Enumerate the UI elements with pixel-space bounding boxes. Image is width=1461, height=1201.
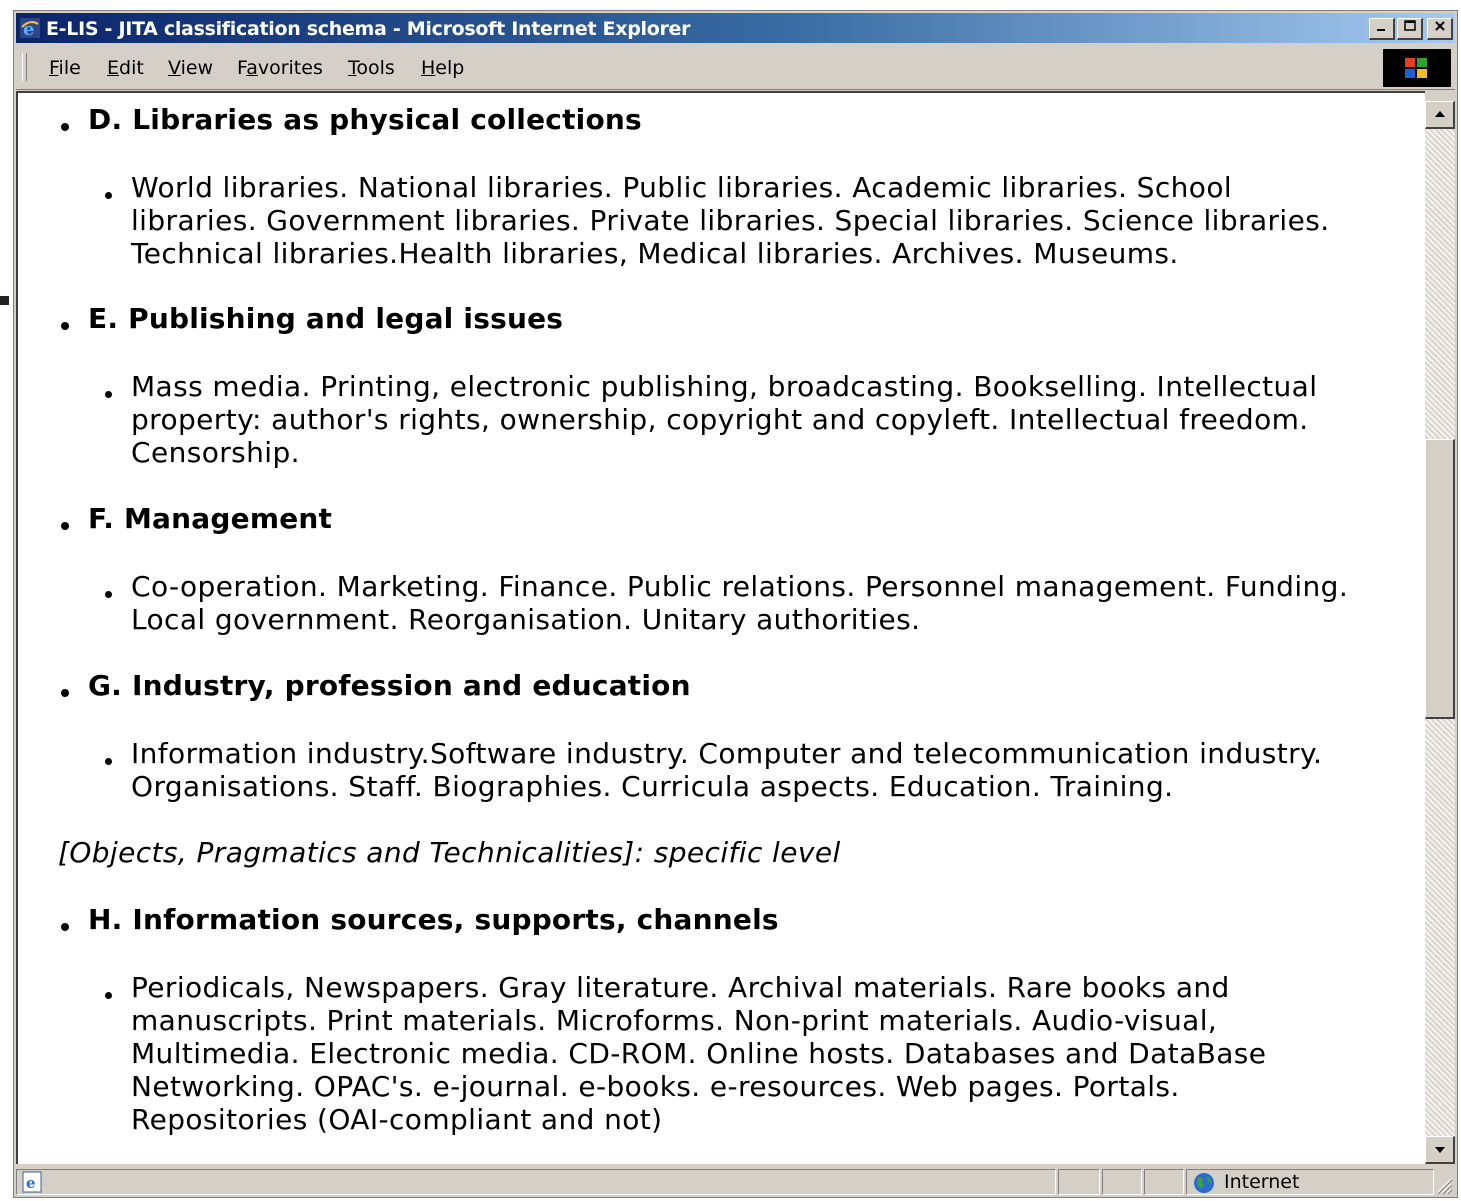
- ie-logo-icon: e: [20, 18, 40, 38]
- section-heading: H. Information sources, supports, channe…: [88, 903, 779, 936]
- title-bar[interactable]: e E-LIS - JITA classification schema - M…: [16, 13, 1455, 43]
- text-line: Local government. Reorganisation. Unitar…: [131, 603, 921, 636]
- minimize-button[interactable]: [1369, 18, 1395, 40]
- text-line: Networking. OPAC's. e-journal. e-books. …: [131, 1070, 1180, 1103]
- section-heading: G. Industry, profession and education: [88, 669, 691, 702]
- text-line: Technical libraries.Health libraries, Me…: [131, 237, 1179, 270]
- edge-marker: [0, 296, 9, 305]
- arrow-down-icon: [1435, 1147, 1445, 1153]
- section-heading: E. Publishing and legal issues: [88, 302, 564, 335]
- close-button[interactable]: [1427, 18, 1453, 40]
- menu-access-key: E: [107, 57, 120, 79]
- menu-edit[interactable]: Edit: [107, 57, 144, 79]
- list-bullet: [105, 758, 112, 765]
- page-icon: e: [22, 1171, 42, 1193]
- text-line: World libraries. National libraries. Pub…: [131, 171, 1233, 204]
- text-line: Co-operation. Marketing. Finance. Public…: [131, 570, 1349, 603]
- list-bullet: [105, 591, 112, 598]
- menu-view[interactable]: View: [168, 57, 213, 79]
- text-line: Information industry.Software industry. …: [131, 737, 1323, 770]
- menu-access-key: V: [168, 57, 181, 79]
- text-line: Multimedia. Electronic media. CD-ROM. On…: [131, 1037, 1267, 1070]
- maximize-button[interactable]: [1397, 18, 1423, 40]
- text-line: property: author's rights, ownership, co…: [131, 403, 1309, 436]
- arrow-up-icon: [1435, 111, 1445, 117]
- list-bullet: [105, 391, 112, 398]
- status-panel: [1102, 1169, 1142, 1195]
- scroll-down-button[interactable]: [1425, 1136, 1455, 1164]
- list-bullet: [61, 322, 69, 330]
- list-bullet: [61, 689, 69, 697]
- resize-grip-icon[interactable]: [1431, 1173, 1453, 1195]
- browser-window: e E-LIS - JITA classification schema - M…: [13, 10, 1458, 1198]
- text-line: Mass media. Printing, electronic publish…: [131, 370, 1318, 403]
- scroll-up-button[interactable]: [1425, 101, 1455, 129]
- menu-favorites[interactable]: Favorites: [237, 57, 323, 79]
- menu-access-key: F: [49, 57, 59, 79]
- status-bar: e Internet: [16, 1167, 1455, 1197]
- vertical-scrollbar[interactable]: [1425, 101, 1455, 1164]
- list-bullet: [105, 992, 112, 999]
- text-line: Periodicals, Newspapers. Gray literature…: [131, 971, 1230, 1004]
- menu-bar: File Edit View Favorites Tools Help: [16, 45, 1455, 90]
- status-panel: [1144, 1169, 1184, 1195]
- windows-logo-throbber: [1383, 49, 1451, 87]
- zone-label: Internet: [1224, 1171, 1300, 1193]
- list-bullet: [105, 192, 112, 199]
- section-text: World libraries. National libraries. Pub…: [131, 171, 1330, 270]
- page-content: D. Libraries as physical collections Wor…: [16, 91, 1425, 1164]
- minimize-icon: [1376, 29, 1385, 31]
- level-note: [Objects, Pragmatics and Technicalities]…: [58, 836, 841, 869]
- windows-flag-icon: [1405, 58, 1427, 78]
- section-heading: D. Libraries as physical collections: [88, 103, 642, 136]
- window-title: E-LIS - JITA classification schema - Mic…: [46, 18, 691, 40]
- list-bullet: [61, 923, 69, 931]
- menu-help[interactable]: Help: [421, 57, 464, 79]
- text-line: manuscripts. Print materials. Microforms…: [131, 1004, 1218, 1037]
- text-line: libraries. Government libraries. Private…: [131, 204, 1330, 237]
- text-line: Censorship.: [131, 436, 300, 469]
- section-text: Mass media. Printing, electronic publish…: [131, 370, 1317, 469]
- list-bullet: [61, 522, 69, 530]
- section-text: Periodicals, Newspapers. Gray literature…: [131, 971, 1266, 1136]
- menu-access-key: a: [246, 57, 258, 79]
- menu-file[interactable]: File: [49, 57, 81, 79]
- section-heading: F. Management: [88, 502, 333, 535]
- svg-text:e: e: [26, 1174, 36, 1192]
- status-panel: [1058, 1169, 1100, 1195]
- status-text-panel: e: [16, 1169, 1056, 1195]
- maximize-icon: [1403, 20, 1416, 31]
- scroll-thumb[interactable]: [1425, 439, 1455, 719]
- close-icon: [1434, 21, 1445, 31]
- globe-icon: [1194, 1173, 1214, 1193]
- text-line: Repositories (OAI-compliant and not): [131, 1103, 663, 1136]
- section-text: Co-operation. Marketing. Finance. Public…: [131, 570, 1348, 636]
- menu-grip[interactable]: [22, 53, 27, 81]
- section-text: Information industry.Software industry. …: [131, 737, 1322, 803]
- menu-access-key: T: [348, 57, 357, 79]
- text-line: Organisations. Staff. Biographies. Curri…: [131, 770, 1174, 803]
- menu-access-key: H: [421, 57, 436, 79]
- menu-tools[interactable]: Tools: [348, 57, 395, 79]
- list-bullet: [61, 123, 69, 131]
